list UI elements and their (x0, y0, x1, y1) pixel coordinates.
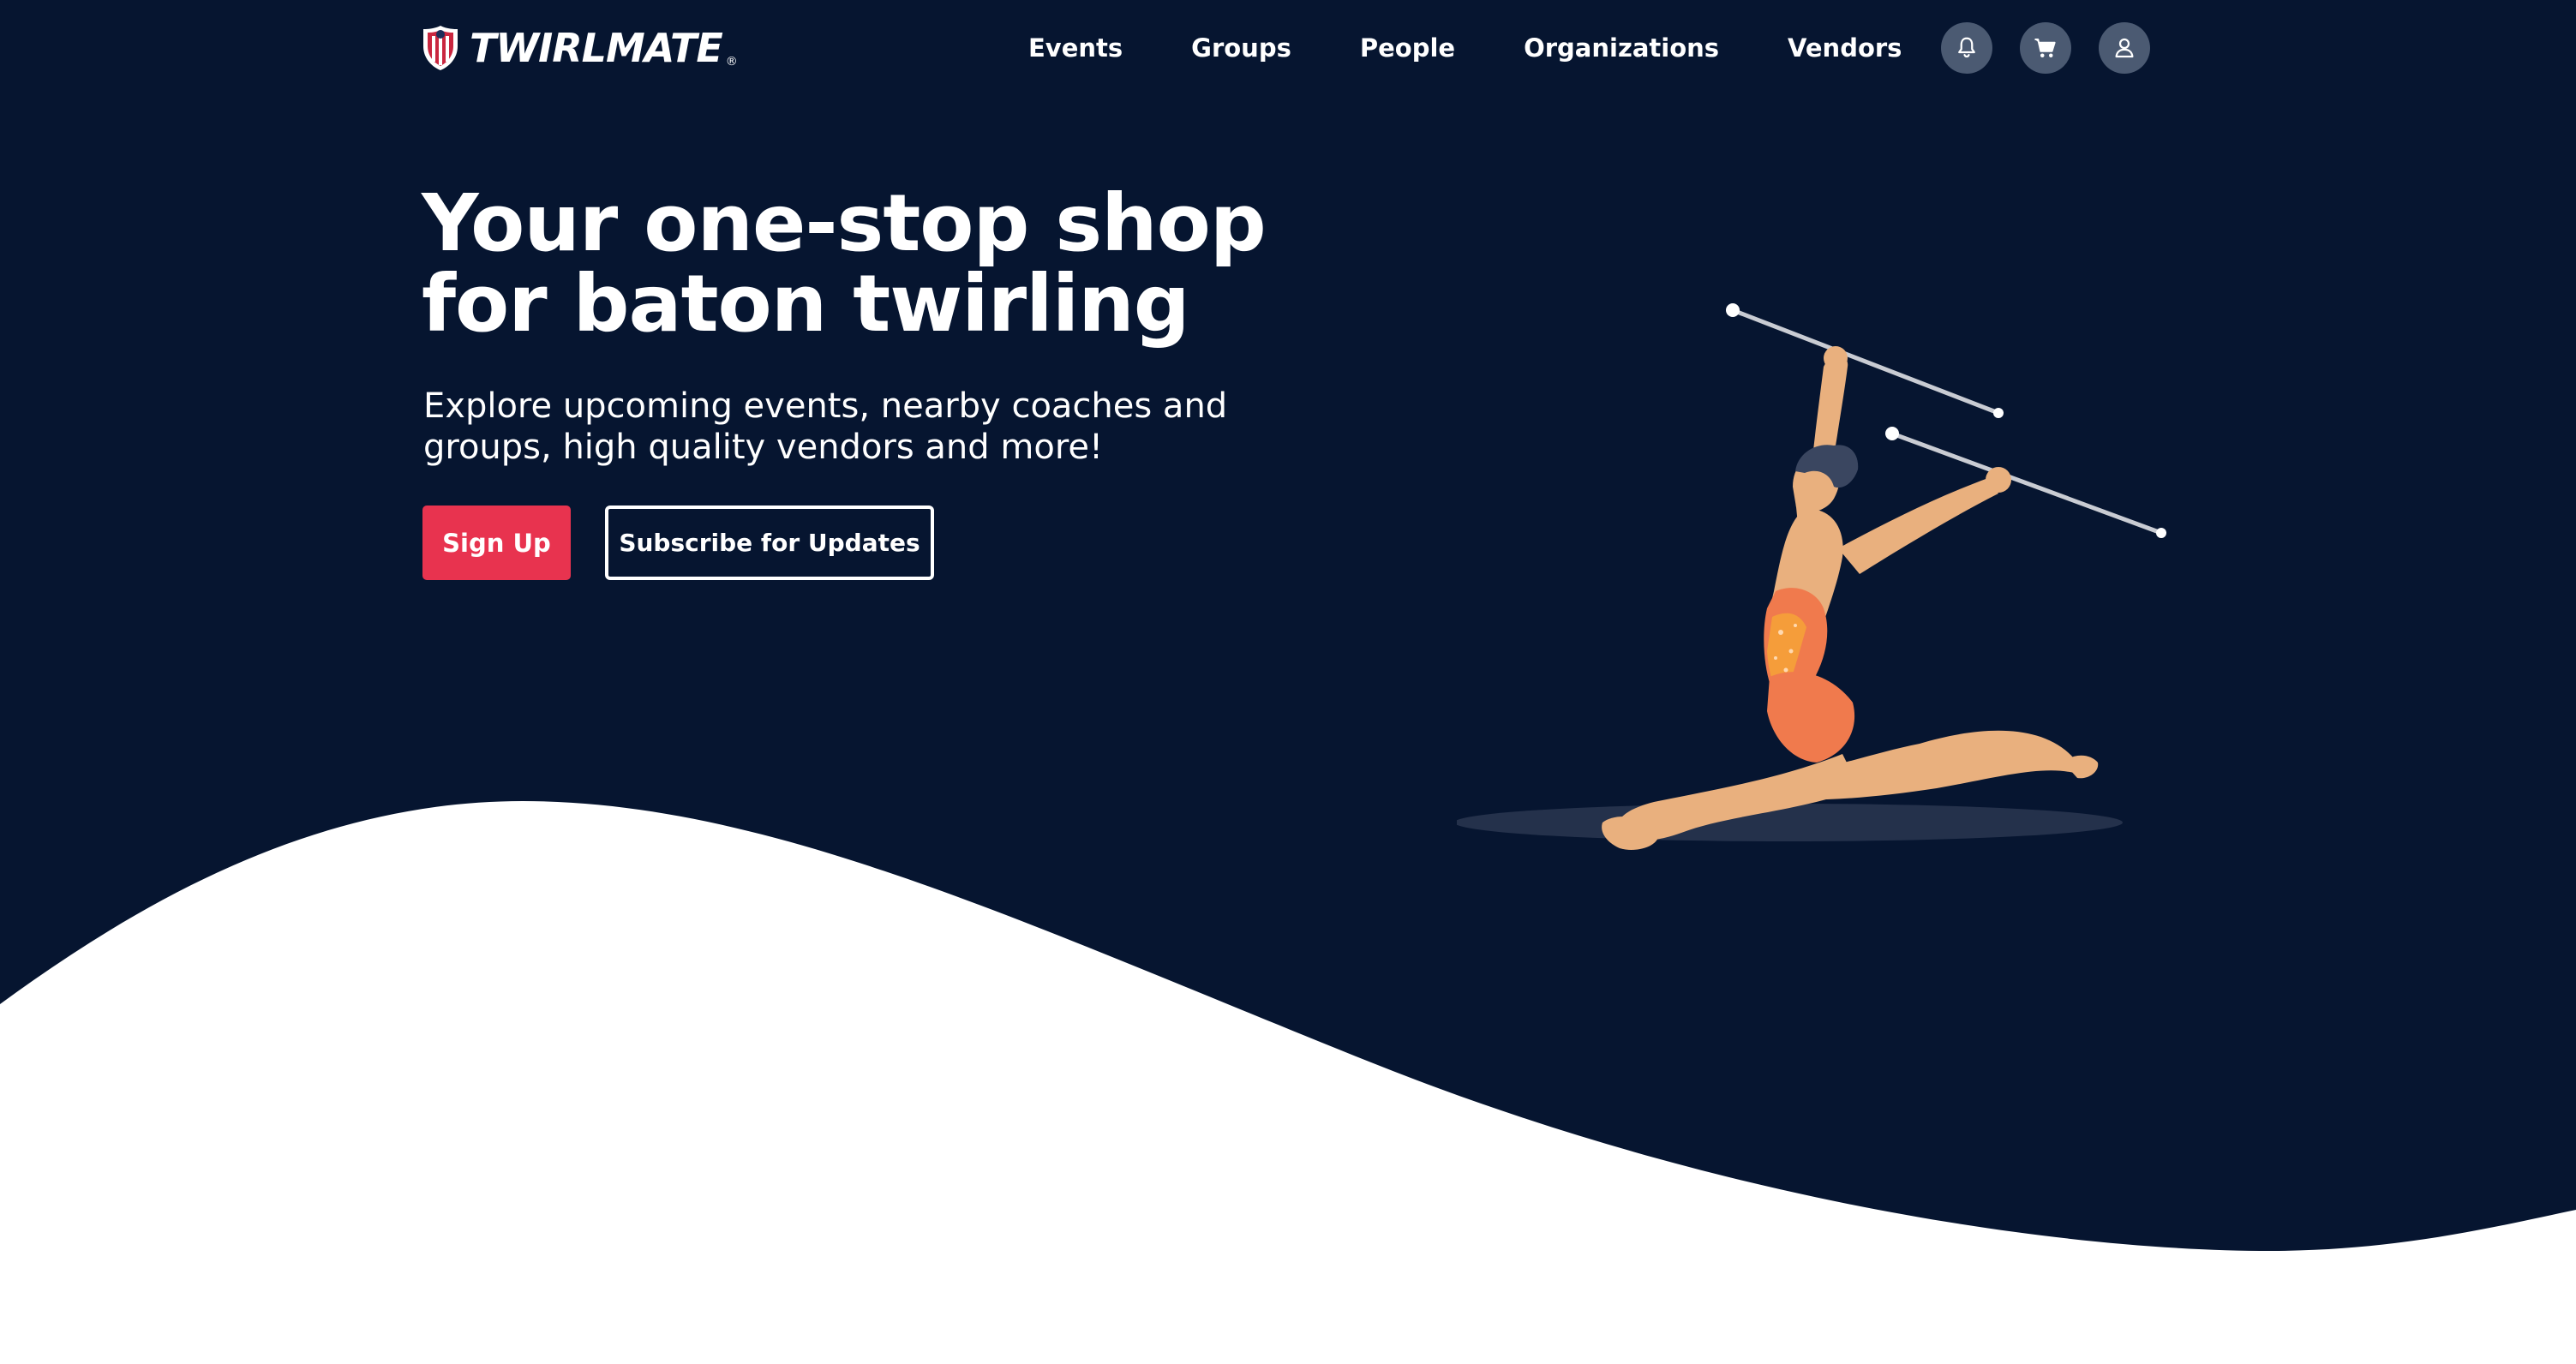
cart-icon (2034, 39, 2056, 57)
shield-logo-icon (423, 26, 458, 70)
sign-up-button[interactable]: Sign Up (422, 506, 571, 580)
brand-name: TWIRLMATE (470, 25, 723, 71)
nav-link-groups[interactable]: Groups (1191, 33, 1291, 63)
hero-subtitle: Explore upcoming events, nearby coaches … (423, 386, 1280, 468)
hero-title-line-2: for baton twirling (422, 258, 1190, 350)
subscribe-button[interactable]: Subscribe for Updates (605, 506, 934, 580)
baton-twirler-illustration (1457, 303, 2166, 850)
hero-subtitle-line-2: groups, high quality vendors and more! (423, 428, 1104, 467)
nav-link-vendors[interactable]: Vendors (1788, 33, 1902, 63)
hero-title-line-1: Your one-stop shop (422, 177, 1267, 269)
nav-link-events[interactable]: Events (1028, 33, 1123, 63)
hero-title: Your one-stop shop for baton twirling (422, 183, 1364, 344)
landing-page: TWIRLMATE ® Events Groups People Organiz… (0, 0, 2576, 1364)
nav-link-organizations[interactable]: Organizations (1524, 33, 1719, 63)
user-icon (2115, 38, 2134, 58)
twirlmate-logo[interactable]: TWIRLMATE ® (422, 22, 738, 74)
account-button[interactable] (2099, 22, 2150, 74)
main-nav: Events Groups People Organizations Vendo… (1028, 26, 1902, 70)
notifications-button[interactable] (1941, 22, 1992, 74)
cart-button[interactable] (2020, 22, 2071, 74)
hero-subtitle-line-1: Explore upcoming events, nearby coaches … (423, 386, 1228, 426)
registered-mark: ® (725, 55, 738, 69)
bell-icon (1958, 37, 1975, 58)
nav-link-people[interactable]: People (1360, 33, 1455, 63)
